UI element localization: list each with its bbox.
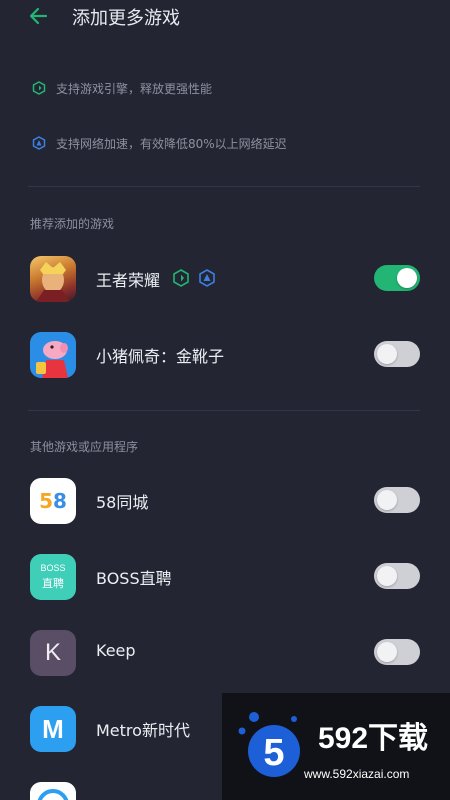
58-logo-text: 58: [30, 489, 76, 513]
app-name: 58同城: [96, 493, 149, 512]
toggle-switch[interactable]: [374, 341, 420, 367]
app-name: 王者荣耀: [96, 271, 161, 290]
feature-network: 支持网络加速，有效降低80%以上网络延迟: [32, 133, 287, 153]
list-item-honor-of-kings[interactable]: 王者荣耀: [0, 250, 450, 310]
hexagon-boost-icon: [173, 269, 189, 287]
top-bar: 添加更多游戏: [0, 0, 450, 34]
honor-of-kings-art: [36, 262, 70, 302]
app-name: Keep: [96, 641, 136, 660]
arrow-left-icon: [29, 7, 48, 25]
section-title-recommended: 推荐添加的游戏: [30, 217, 115, 231]
feature-network-text: 支持网络加速，有效降低80%以上网络延迟: [56, 136, 287, 151]
boss-logo-text-top: BOSS: [40, 563, 66, 573]
page-title: 添加更多游戏: [72, 8, 180, 29]
peppa-pig-art: [36, 341, 68, 378]
watermark-url: www.592xiazai.com: [304, 767, 410, 781]
peppa-pig-icon: [30, 332, 76, 378]
58-logo-five: 5: [39, 489, 53, 513]
partial-app-art: [37, 789, 69, 800]
app-name: Metro新时代: [96, 721, 190, 740]
app-name: 小猪佩奇：金靴子: [96, 347, 225, 366]
list-item-keep[interactable]: K Keep: [0, 624, 450, 684]
feature-engine: 支持游戏引擎，释放更强性能: [32, 78, 212, 98]
58-logo-eight: 8: [53, 489, 67, 513]
watermark-brand: 592下载: [318, 722, 429, 755]
hexagon-network-icon: [32, 136, 46, 150]
feature-engine-text: 支持游戏引擎，释放更强性能: [56, 81, 213, 96]
watermark-overlay: 5 592下载 www.592xiazai.com: [222, 693, 450, 800]
list-item-peppa-pig[interactable]: 小猪佩奇：金靴子: [0, 326, 450, 386]
app-badges: [172, 269, 216, 287]
keep-logo-text: K: [44, 639, 61, 666]
list-item-boss-zhipin[interactable]: BOSS 直聘 BOSS直聘: [0, 548, 450, 608]
58-tongcheng-icon: 58: [30, 478, 76, 524]
divider: [28, 186, 420, 187]
toggle-switch[interactable]: [374, 639, 420, 665]
toggle-knob: [377, 490, 397, 510]
boss-zhipin-icon: BOSS 直聘: [30, 554, 76, 600]
honor-of-kings-icon: [30, 256, 76, 302]
app-name: BOSS直聘: [96, 569, 172, 588]
toggle-knob: [397, 268, 417, 288]
toggle-knob: [377, 642, 397, 662]
divider: [28, 410, 420, 411]
watermark-logo-digit: 5: [263, 732, 284, 774]
metro-icon: M: [30, 706, 76, 752]
toggle-switch[interactable]: [374, 563, 420, 589]
partial-app-icon: [30, 782, 76, 800]
toggle-knob: [377, 566, 397, 586]
toggle-switch[interactable]: [374, 265, 420, 291]
watermark-logo-icon: 5: [238, 712, 300, 777]
section-title-others: 其他游戏或应用程序: [30, 440, 139, 454]
boss-logo-text-bottom: 直聘: [42, 577, 64, 590]
list-item-58-tongcheng[interactable]: 58 58同城: [0, 472, 450, 532]
back-button[interactable]: [26, 6, 52, 26]
toggle-knob: [377, 344, 397, 364]
toggle-switch[interactable]: [374, 487, 420, 513]
hexagon-network-icon: [199, 269, 215, 287]
metro-logo-text: M: [42, 714, 64, 744]
hexagon-boost-icon: [32, 81, 46, 95]
keep-icon: K: [30, 630, 76, 676]
